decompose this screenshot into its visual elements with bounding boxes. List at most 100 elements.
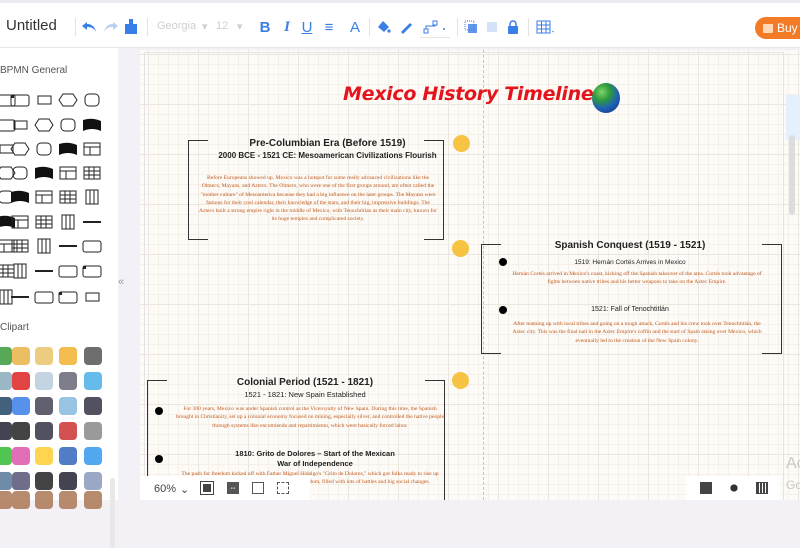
bpmn-shape[interactable] [34, 289, 54, 305]
bpmn-shape[interactable] [58, 189, 78, 205]
align-button[interactable]: ≡ [321, 16, 337, 38]
bpmn-shape[interactable] [82, 263, 102, 279]
timeline-marker[interactable] [452, 372, 469, 389]
clipart-item[interactable] [12, 372, 30, 390]
clipart-item[interactable] [12, 347, 30, 365]
actual-size-icon[interactable] [252, 482, 264, 494]
bpmn-shape[interactable] [58, 263, 78, 279]
clipart-item[interactable] [84, 447, 102, 465]
clipart-item[interactable] [84, 491, 102, 509]
clipart-item[interactable] [59, 372, 77, 390]
underline-button[interactable]: U [300, 16, 314, 38]
bpmn-shape[interactable] [10, 117, 30, 133]
bring-front-icon[interactable] [463, 16, 479, 38]
bpmn-shape[interactable] [58, 214, 78, 230]
bpmn-shape[interactable] [34, 189, 54, 205]
bold-button[interactable]: B [258, 16, 272, 38]
bpmn-shape[interactable] [10, 289, 30, 305]
bpmn-shape[interactable] [82, 92, 102, 108]
clipart-item[interactable] [84, 397, 102, 415]
fullscreen-icon[interactable] [277, 482, 289, 494]
bpmn-shape[interactable] [58, 165, 78, 181]
clipart-item[interactable] [12, 447, 30, 465]
clipart-item[interactable] [59, 447, 77, 465]
bpmn-shape[interactable] [34, 117, 54, 133]
clipart-item[interactable] [0, 491, 12, 509]
bpmn-shape[interactable] [58, 141, 78, 157]
section-title-bpmn[interactable]: BPMN General [0, 65, 67, 76]
italic-button[interactable]: I [280, 16, 294, 38]
clipart-item[interactable] [0, 472, 12, 490]
section-title-clipart[interactable]: Clipart [0, 322, 29, 333]
bpmn-shape[interactable] [10, 214, 30, 230]
bpmn-shape[interactable] [34, 238, 54, 254]
clipart-item[interactable] [0, 372, 12, 390]
clipart-item[interactable] [59, 422, 77, 440]
bpmn-shape[interactable] [10, 92, 30, 108]
lock-icon[interactable] [505, 16, 521, 38]
clipart-item[interactable] [35, 472, 53, 490]
clipart-item[interactable] [35, 397, 53, 415]
bpmn-shape[interactable] [82, 214, 102, 230]
sidebar-scrollbar[interactable] [110, 478, 115, 548]
clipart-item[interactable] [12, 422, 30, 440]
fit-page-icon[interactable] [200, 481, 214, 495]
clipart-item[interactable] [84, 422, 102, 440]
collapse-sidebar-button[interactable]: « [118, 276, 124, 288]
diagram-canvas[interactable]: Mexico History Timeline Pre-Columbian Er… [140, 50, 800, 500]
clipart-item[interactable] [0, 447, 12, 465]
bpmn-shape[interactable] [34, 165, 54, 181]
theme-icon[interactable] [728, 482, 740, 494]
bpmn-shape[interactable] [34, 141, 54, 157]
bpmn-shape[interactable] [34, 92, 54, 108]
send-back-icon[interactable] [484, 16, 500, 38]
bpmn-shape[interactable] [82, 238, 102, 254]
clipart-item[interactable] [59, 397, 77, 415]
clipart-item[interactable] [12, 472, 30, 490]
bpmn-shape[interactable] [10, 263, 30, 279]
bpmn-shape[interactable] [10, 189, 30, 205]
line-color-icon[interactable] [398, 16, 414, 38]
font-family-select[interactable]: Georgia [157, 20, 196, 32]
grid-toggle-icon[interactable] [756, 482, 768, 494]
bpmn-shape[interactable] [82, 289, 102, 305]
zoom-level[interactable]: 60% [154, 483, 176, 495]
timeline-marker[interactable] [452, 240, 469, 257]
bpmn-shape[interactable] [34, 214, 54, 230]
bpmn-shape[interactable] [58, 289, 78, 305]
bpmn-shape[interactable] [34, 263, 54, 279]
page-setup-icon[interactable] [700, 482, 712, 494]
font-size-select[interactable]: 12 [216, 20, 228, 32]
zoom-chevron-icon[interactable]: ⌄ [180, 483, 189, 496]
font-color-button[interactable]: A [348, 16, 362, 38]
clipart-item[interactable] [59, 472, 77, 490]
timeline-marker[interactable] [453, 135, 470, 152]
clipart-item[interactable] [84, 372, 102, 390]
format-painter-icon[interactable] [123, 16, 139, 38]
clipart-item[interactable] [35, 372, 53, 390]
font-family-chevron[interactable]: ▾ [202, 20, 208, 33]
diagram-title[interactable]: Mexico History Timeline [343, 83, 594, 105]
clipart-item[interactable] [12, 491, 30, 509]
bpmn-shape[interactable] [82, 141, 102, 157]
clipart-item[interactable] [0, 347, 12, 365]
clipart-item[interactable] [0, 422, 12, 440]
bpmn-shape[interactable] [10, 165, 30, 181]
connector-style-icon[interactable] [420, 16, 450, 38]
bpmn-shape[interactable] [58, 117, 78, 133]
clipart-item[interactable] [12, 397, 30, 415]
font-size-chevron[interactable]: ▾ [237, 20, 243, 33]
bpmn-shape[interactable] [82, 165, 102, 181]
bpmn-shape[interactable] [58, 238, 78, 254]
canvas-scrollbar[interactable] [789, 135, 795, 215]
clipart-item[interactable] [59, 491, 77, 509]
clipart-item[interactable] [35, 347, 53, 365]
bpmn-shape[interactable] [10, 141, 30, 157]
clipart-item[interactable] [35, 422, 53, 440]
clipart-item[interactable] [35, 491, 53, 509]
table-icon[interactable] [535, 16, 557, 38]
clipart-item[interactable] [84, 472, 102, 490]
clipart-item[interactable] [84, 347, 102, 365]
clipart-item[interactable] [59, 347, 77, 365]
redo-icon[interactable] [102, 16, 120, 38]
